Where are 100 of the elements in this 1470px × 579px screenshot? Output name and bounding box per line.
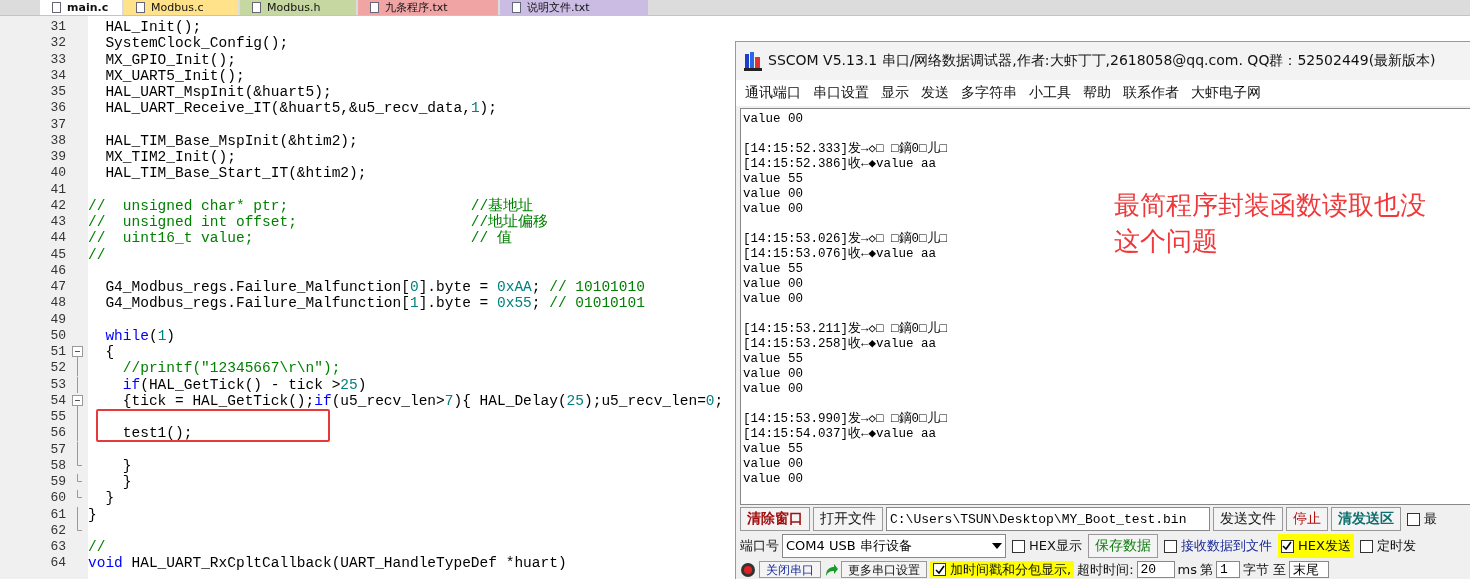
file-tab[interactable]: 说明文件.txt <box>500 0 648 15</box>
port-label: 端口号 <box>740 537 779 555</box>
menu-item[interactable]: 帮助 <box>1080 84 1120 102</box>
log-line: [14:15:52.386]收←◆value aa <box>743 157 937 172</box>
checkbox[interactable]: 最 <box>1404 507 1440 531</box>
line-number: 31 <box>49 19 66 36</box>
line-number: 44 <box>49 230 66 247</box>
log-line: value 00 <box>743 112 803 127</box>
code-line: // <box>88 246 106 263</box>
file-tab[interactable]: Modbus.h <box>240 0 356 15</box>
log-line: value 00 <box>743 277 803 292</box>
log-line: [14:15:54.037]收←◆value aa <box>743 427 937 442</box>
file-icon <box>52 2 61 13</box>
file-tab[interactable]: main.c <box>40 0 122 15</box>
dropdown-arrow-icon <box>992 543 1002 549</box>
line-number: 43 <box>49 214 66 231</box>
log-line: [14:15:52.333]发→◇□ □鏑0□儿□ <box>743 142 948 156</box>
byte-label: 第 <box>1199 560 1213 579</box>
checkbox[interactable]: 接收数据到文件 <box>1160 534 1275 558</box>
timeout-label: 超时时间: <box>1077 560 1134 579</box>
annotation-text: 这个问题 <box>1114 227 1219 260</box>
code-line: if(HAL_GetTick() - tick >25) <box>121 376 367 393</box>
line-number: 45 <box>49 246 66 263</box>
port-select[interactable]: COM4 USB 串行设备 <box>782 534 1006 558</box>
record-icon <box>740 561 756 578</box>
code-line: // unsigned char* ptr; //基地址 <box>88 197 534 214</box>
menu-item[interactable]: 多字符串 <box>958 84 1026 102</box>
menu-item[interactable]: 小工具 <box>1026 84 1080 102</box>
checkbox[interactable]: HEX显示 <box>1009 534 1085 558</box>
code-line: void HAL_UART_RxCpltCallback(UART_HandleTypeDef *huart) <box>88 555 567 572</box>
code-line: SystemClock_Config(); <box>104 35 289 52</box>
file-icon <box>512 2 521 13</box>
menu-item[interactable]: 显示 <box>878 84 918 102</box>
log-line: value 55 <box>743 172 803 187</box>
clear-window-button[interactable]: 清除窗口 <box>740 507 810 531</box>
log-line: [14:15:53.258]收←◆value aa <box>743 337 937 352</box>
line-number: 59 <box>49 474 66 491</box>
line-number: 39 <box>49 149 66 166</box>
line-number: 55 <box>49 409 66 426</box>
checkbox[interactable]: HEX发送 <box>1277 534 1354 558</box>
log-line: value 00 <box>743 202 803 217</box>
byte-from-field[interactable]: 1 <box>1215 561 1240 578</box>
close-port-button[interactable]: 关闭串口 <box>759 561 821 578</box>
line-number: 35 <box>49 84 66 101</box>
send-file-button[interactable]: 发送文件 <box>1213 507 1283 531</box>
log-line: [14:15:53.026]发→◇□ □鏑0□儿□ <box>743 232 948 246</box>
line-number: 47 <box>49 279 66 296</box>
menu-item[interactable]: 通讯端口 <box>742 84 810 102</box>
menu-item[interactable]: 发送 <box>918 84 958 102</box>
file-path-field[interactable]: C:\Users\TSUN\Desktop\MY_Boot_test.bin <box>886 507 1210 531</box>
fold-toggle-icon[interactable] <box>71 344 83 360</box>
code-line: HAL_UART_Receive_IT(&huart5,&u5_recv_data,1); <box>104 100 497 117</box>
open-file-button[interactable]: 打开文件 <box>813 507 883 531</box>
menu-item[interactable]: 联系作者 <box>1120 84 1188 102</box>
byte-to-label: 字节 至 <box>1242 560 1287 579</box>
log-line: value 00 <box>743 187 803 202</box>
code-line: { <box>104 344 115 361</box>
line-number: 46 <box>49 262 66 279</box>
checkbox[interactable]: 定时发 <box>1356 534 1419 558</box>
save-data-button[interactable]: 保存数据 <box>1087 534 1158 558</box>
file-tab[interactable]: 九条程序.txt <box>358 0 498 15</box>
code-line: HAL_TIM_Base_Start_IT(&htim2); <box>104 165 367 182</box>
code-line: MX_TIM2_Init(); <box>104 149 236 166</box>
line-number: 57 <box>49 441 66 458</box>
menu-item[interactable]: 串口设置 <box>810 84 878 102</box>
line-number: 54 <box>49 392 66 409</box>
menu-item[interactable]: 大虾电子网 <box>1188 84 1270 102</box>
code-line: } <box>88 506 97 523</box>
file-tab[interactable]: Modbus.c <box>124 0 238 15</box>
code-line: // unsigned int offset; //地址偏移 <box>88 214 549 230</box>
log-line: value 00 <box>743 367 803 382</box>
line-number: 37 <box>49 116 66 133</box>
line-number: 32 <box>49 35 66 52</box>
line-number: 49 <box>49 311 66 328</box>
annotation-text: 最简程序封装函数读取也没 <box>1114 191 1426 224</box>
code-line: test1(); <box>121 425 193 442</box>
app-logo-icon <box>744 51 762 71</box>
line-number: 51 <box>49 344 66 361</box>
arrow-icon <box>824 562 838 577</box>
code-line: } <box>121 457 132 474</box>
checkmark-icon <box>934 564 945 575</box>
fold-toggle-icon[interactable] <box>71 392 83 409</box>
timeout-field[interactable]: 20 <box>1136 561 1175 578</box>
checkbox[interactable]: 加时间戳和分包显示, <box>930 561 1075 578</box>
line-number: 64 <box>49 555 66 572</box>
line-number: 38 <box>49 132 66 149</box>
code-line: {tick = HAL_GetTick();if(u5_recv_len>7){ HAL_Delay(25);u5_recv_len=0; <box>121 392 724 409</box>
clear-send-button[interactable]: 清发送区 <box>1331 507 1401 531</box>
end-select[interactable]: 末尾 <box>1289 561 1330 578</box>
file-icon <box>252 2 261 13</box>
code-line: HAL_TIM_Base_MspInit(&htim2); <box>104 132 358 149</box>
log-line: value 55 <box>743 442 803 457</box>
file-icon <box>136 2 145 13</box>
line-number: 62 <box>49 522 66 539</box>
code-line: MX_GPIO_Init(); <box>104 51 236 68</box>
line-number: 33 <box>49 51 66 68</box>
more-settings-button[interactable]: 更多串口设置 <box>841 561 927 578</box>
line-number: 42 <box>49 197 66 214</box>
log-line: value 00 <box>743 292 803 307</box>
stop-button[interactable]: 停止 <box>1286 507 1328 531</box>
